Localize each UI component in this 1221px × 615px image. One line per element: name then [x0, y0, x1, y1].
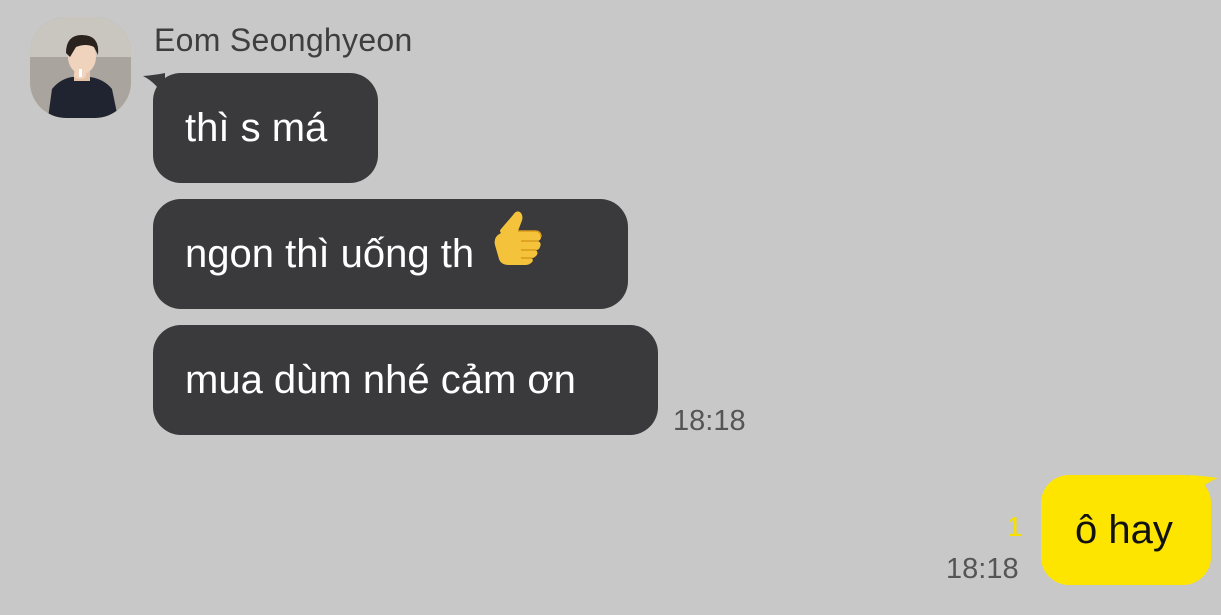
message-text: ngon thì uống th: [185, 232, 475, 276]
incoming-message-bubble[interactable]: thì s má: [153, 73, 378, 183]
avatar-photo: [30, 17, 131, 118]
message-text: thì s má: [185, 106, 328, 150]
bubble-tail: [1190, 475, 1218, 501]
sender-name: Eom Seonghyeon: [154, 22, 413, 58]
incoming-message-bubble[interactable]: mua dùm nhé cảm ơn: [153, 325, 658, 435]
message-text: ô hay: [1075, 508, 1173, 552]
sender-avatar[interactable]: [30, 17, 131, 118]
thumbs-up-icon: [491, 197, 545, 307]
unread-count: 1: [1007, 511, 1023, 542]
incoming-message-bubble[interactable]: ngon thì uống th: [153, 199, 628, 309]
incoming-timestamp: 18:18: [673, 405, 746, 437]
outgoing-message-bubble[interactable]: ô hay: [1041, 475, 1211, 585]
outgoing-timestamp: 18:18: [946, 553, 1019, 585]
message-text: mua dùm nhé cảm ơn: [185, 358, 576, 402]
